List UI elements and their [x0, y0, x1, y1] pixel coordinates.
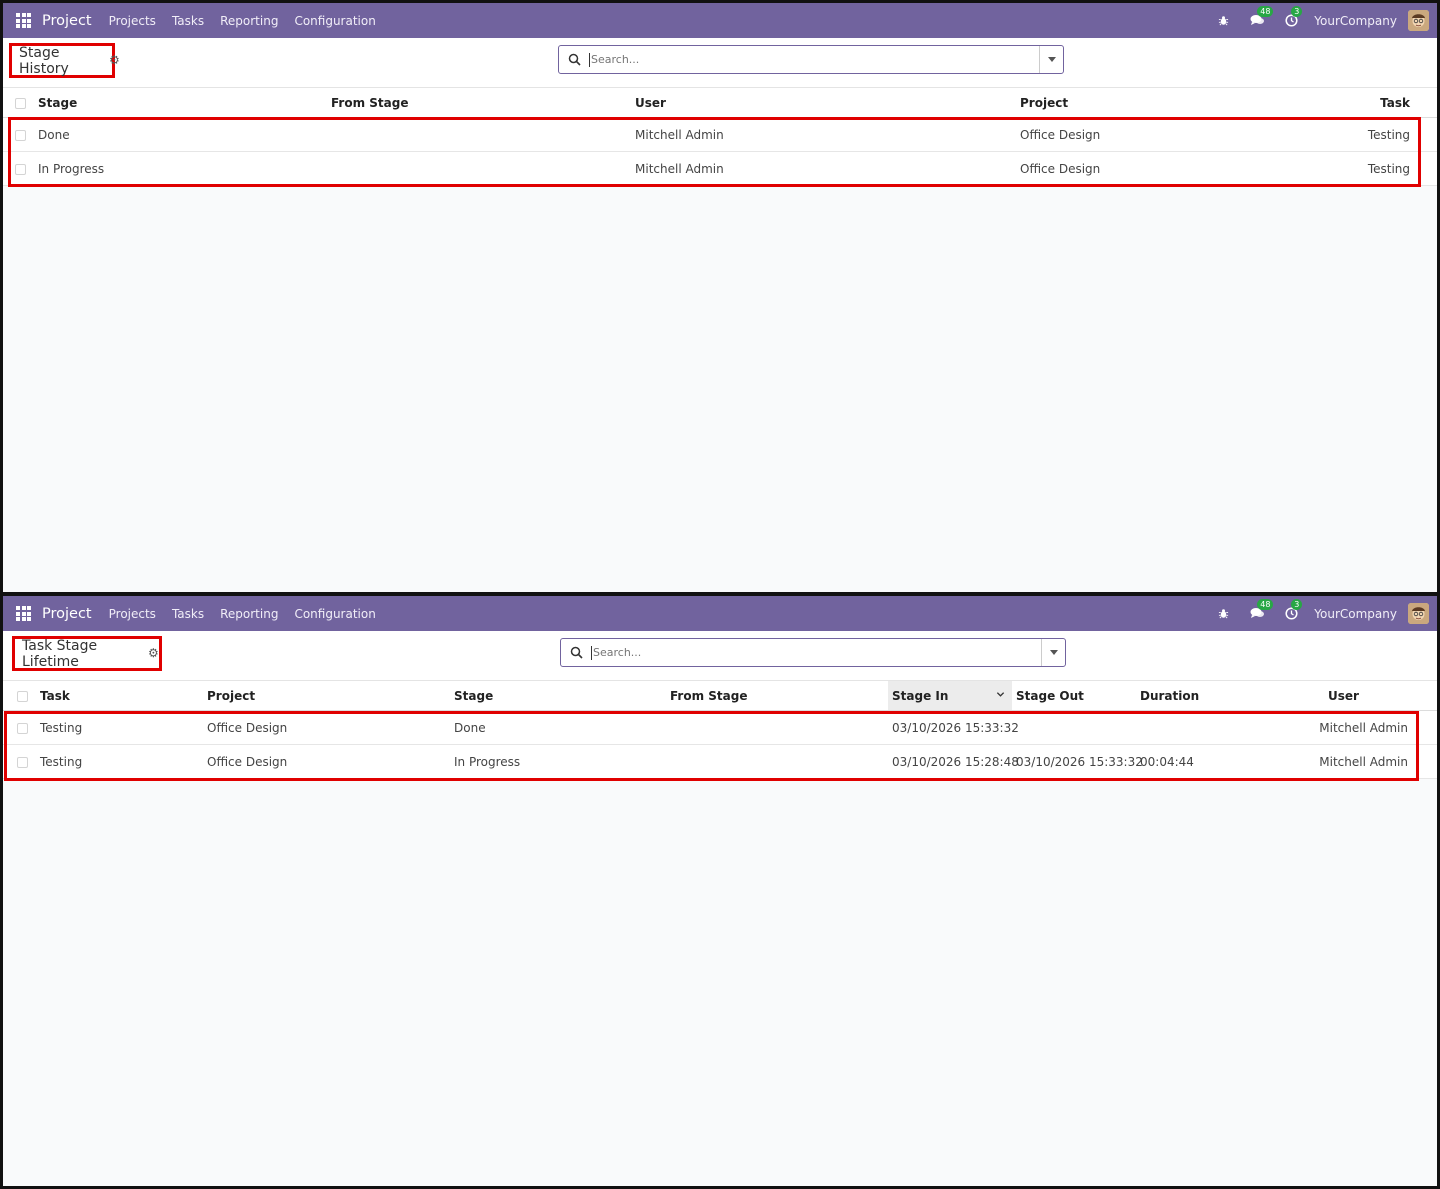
- control-panel: Task Stage Lifetime ⚙: [3, 631, 1437, 681]
- activities-badge: 3: [1291, 5, 1303, 17]
- search-input[interactable]: [591, 645, 1041, 660]
- task-stage-lifetime-table: Task Project Stage From Stage Stage In S…: [3, 681, 1437, 779]
- search-icon: [568, 53, 581, 66]
- app-name[interactable]: Project: [42, 606, 92, 622]
- cell-project: Office Design: [1020, 161, 1101, 176]
- activity-clock-icon[interactable]: 3: [1282, 5, 1303, 30]
- search-input[interactable]: [589, 52, 1039, 67]
- messages-icon[interactable]: 48: [1248, 598, 1274, 623]
- sort-chevron-down-icon[interactable]: [996, 690, 1005, 699]
- search-options-toggle[interactable]: [1041, 639, 1065, 666]
- header-task[interactable]: Task: [40, 681, 70, 710]
- stage-history-screen: Project Projects Tasks Reporting Configu…: [3, 3, 1437, 592]
- menu-configuration[interactable]: Configuration: [294, 607, 375, 621]
- select-all-checkbox[interactable]: [15, 97, 26, 109]
- app-name[interactable]: Project: [42, 13, 92, 29]
- table-row[interactable]: In Progress Mitchell Admin Office Design…: [3, 152, 1437, 186]
- menu-reporting[interactable]: Reporting: [220, 14, 278, 28]
- cell-stage: In Progress: [38, 161, 105, 176]
- row-checkbox[interactable]: [17, 722, 28, 734]
- title-highlight: Task Stage Lifetime: [12, 636, 162, 671]
- user-avatar[interactable]: [1408, 603, 1429, 624]
- search-bar: [558, 45, 1064, 74]
- cell-user: Mitchell Admin: [1319, 754, 1408, 769]
- header-stage[interactable]: Stage: [454, 681, 493, 710]
- cell-user: Mitchell Admin: [1319, 720, 1408, 735]
- cell-stage: Done: [454, 720, 486, 735]
- activity-clock-icon[interactable]: 3: [1282, 598, 1303, 623]
- title-highlight: Stage History: [9, 43, 115, 78]
- task-stage-lifetime-screen: Project Projects Tasks Reporting Configu…: [3, 596, 1437, 1186]
- menu-tasks[interactable]: Tasks: [172, 607, 204, 621]
- header-project[interactable]: Project: [1020, 88, 1068, 117]
- control-panel: Stage History ⚙: [3, 38, 1437, 88]
- gear-icon[interactable]: ⚙: [109, 54, 120, 66]
- menu-projects[interactable]: Projects: [109, 607, 156, 621]
- cell-stage: Done: [38, 127, 70, 142]
- messages-icon[interactable]: 48: [1248, 5, 1274, 30]
- header-task[interactable]: Task: [1303, 88, 1410, 117]
- menu-tasks[interactable]: Tasks: [172, 14, 204, 28]
- systray: 48 3 YourCompany: [1198, 598, 1437, 624]
- user-avatar[interactable]: [1408, 10, 1429, 31]
- search-options-toggle[interactable]: [1039, 46, 1063, 73]
- table-header: Task Project Stage From Stage Stage In S…: [3, 681, 1437, 711]
- stage-history-table: Stage From Stage User Project Task Done …: [3, 88, 1437, 186]
- row-checkbox[interactable]: [17, 756, 28, 768]
- header-duration[interactable]: Duration: [1140, 681, 1199, 710]
- cell-project: Office Design: [1020, 127, 1101, 142]
- messages-badge: 48: [1257, 598, 1274, 610]
- header-from-stage[interactable]: From Stage: [670, 681, 747, 710]
- header-stage[interactable]: Stage: [38, 88, 77, 117]
- cell-project: Office Design: [207, 754, 288, 769]
- row-checkbox[interactable]: [15, 129, 26, 141]
- messages-badge: 48: [1257, 5, 1274, 17]
- select-all-checkbox[interactable]: [17, 690, 28, 702]
- row-checkbox[interactable]: [15, 163, 26, 175]
- apps-grid-icon[interactable]: [16, 606, 31, 621]
- search-bar: [560, 638, 1066, 667]
- activities-badge: 3: [1291, 598, 1303, 610]
- company-switcher[interactable]: YourCompany: [1314, 607, 1397, 621]
- table-header: Stage From Stage User Project Task: [3, 88, 1437, 118]
- caret-down-icon: [1047, 57, 1056, 62]
- cell-task: Testing: [40, 720, 83, 735]
- search-icon: [570, 646, 583, 659]
- header-from-stage[interactable]: From Stage: [331, 88, 408, 117]
- table-row[interactable]: Testing Office Design Done 03/10/2026 15…: [3, 711, 1437, 745]
- cell-task: Testing: [1367, 127, 1410, 142]
- company-switcher[interactable]: YourCompany: [1314, 14, 1397, 28]
- cell-task: Testing: [40, 754, 83, 769]
- cell-task: Testing: [1367, 161, 1410, 176]
- bug-icon[interactable]: [1214, 605, 1232, 623]
- header-stage-out[interactable]: Stage Out: [1016, 681, 1084, 710]
- header-stage-in[interactable]: Stage In: [892, 681, 948, 710]
- bug-icon[interactable]: [1214, 12, 1232, 30]
- menu-projects[interactable]: Projects: [109, 14, 156, 28]
- cell-stage-in: 03/10/2026 15:33:32: [892, 720, 1019, 735]
- cell-user: Mitchell Admin: [635, 161, 724, 176]
- header-user[interactable]: User: [1328, 681, 1359, 710]
- header-project[interactable]: Project: [207, 681, 255, 710]
- apps-grid-icon[interactable]: [16, 13, 31, 28]
- cell-stage-in: 03/10/2026 15:28:48: [892, 754, 1019, 769]
- menu-reporting[interactable]: Reporting: [220, 607, 278, 621]
- table-row[interactable]: Testing Office Design In Progress 03/10/…: [3, 745, 1437, 779]
- systray: 48 3 YourCompany: [1198, 5, 1437, 31]
- header-user[interactable]: User: [635, 88, 666, 117]
- cell-project: Office Design: [207, 720, 288, 735]
- page-title: Task Stage Lifetime: [22, 637, 98, 670]
- menu-configuration[interactable]: Configuration: [294, 14, 375, 28]
- gear-icon[interactable]: ⚙: [148, 647, 159, 659]
- navbar: Project Projects Tasks Reporting Configu…: [3, 596, 1437, 631]
- cell-duration: 00:04:44: [1140, 754, 1194, 769]
- caret-down-icon: [1049, 650, 1058, 655]
- cell-stage: In Progress: [454, 754, 521, 769]
- cell-user: Mitchell Admin: [635, 127, 724, 142]
- navbar: Project Projects Tasks Reporting Configu…: [3, 3, 1437, 38]
- table-row[interactable]: Done Mitchell Admin Office Design Testin…: [3, 118, 1437, 152]
- cell-stage-out: 03/10/2026 15:33:32: [1016, 754, 1143, 769]
- page-title: Stage History: [19, 44, 69, 77]
